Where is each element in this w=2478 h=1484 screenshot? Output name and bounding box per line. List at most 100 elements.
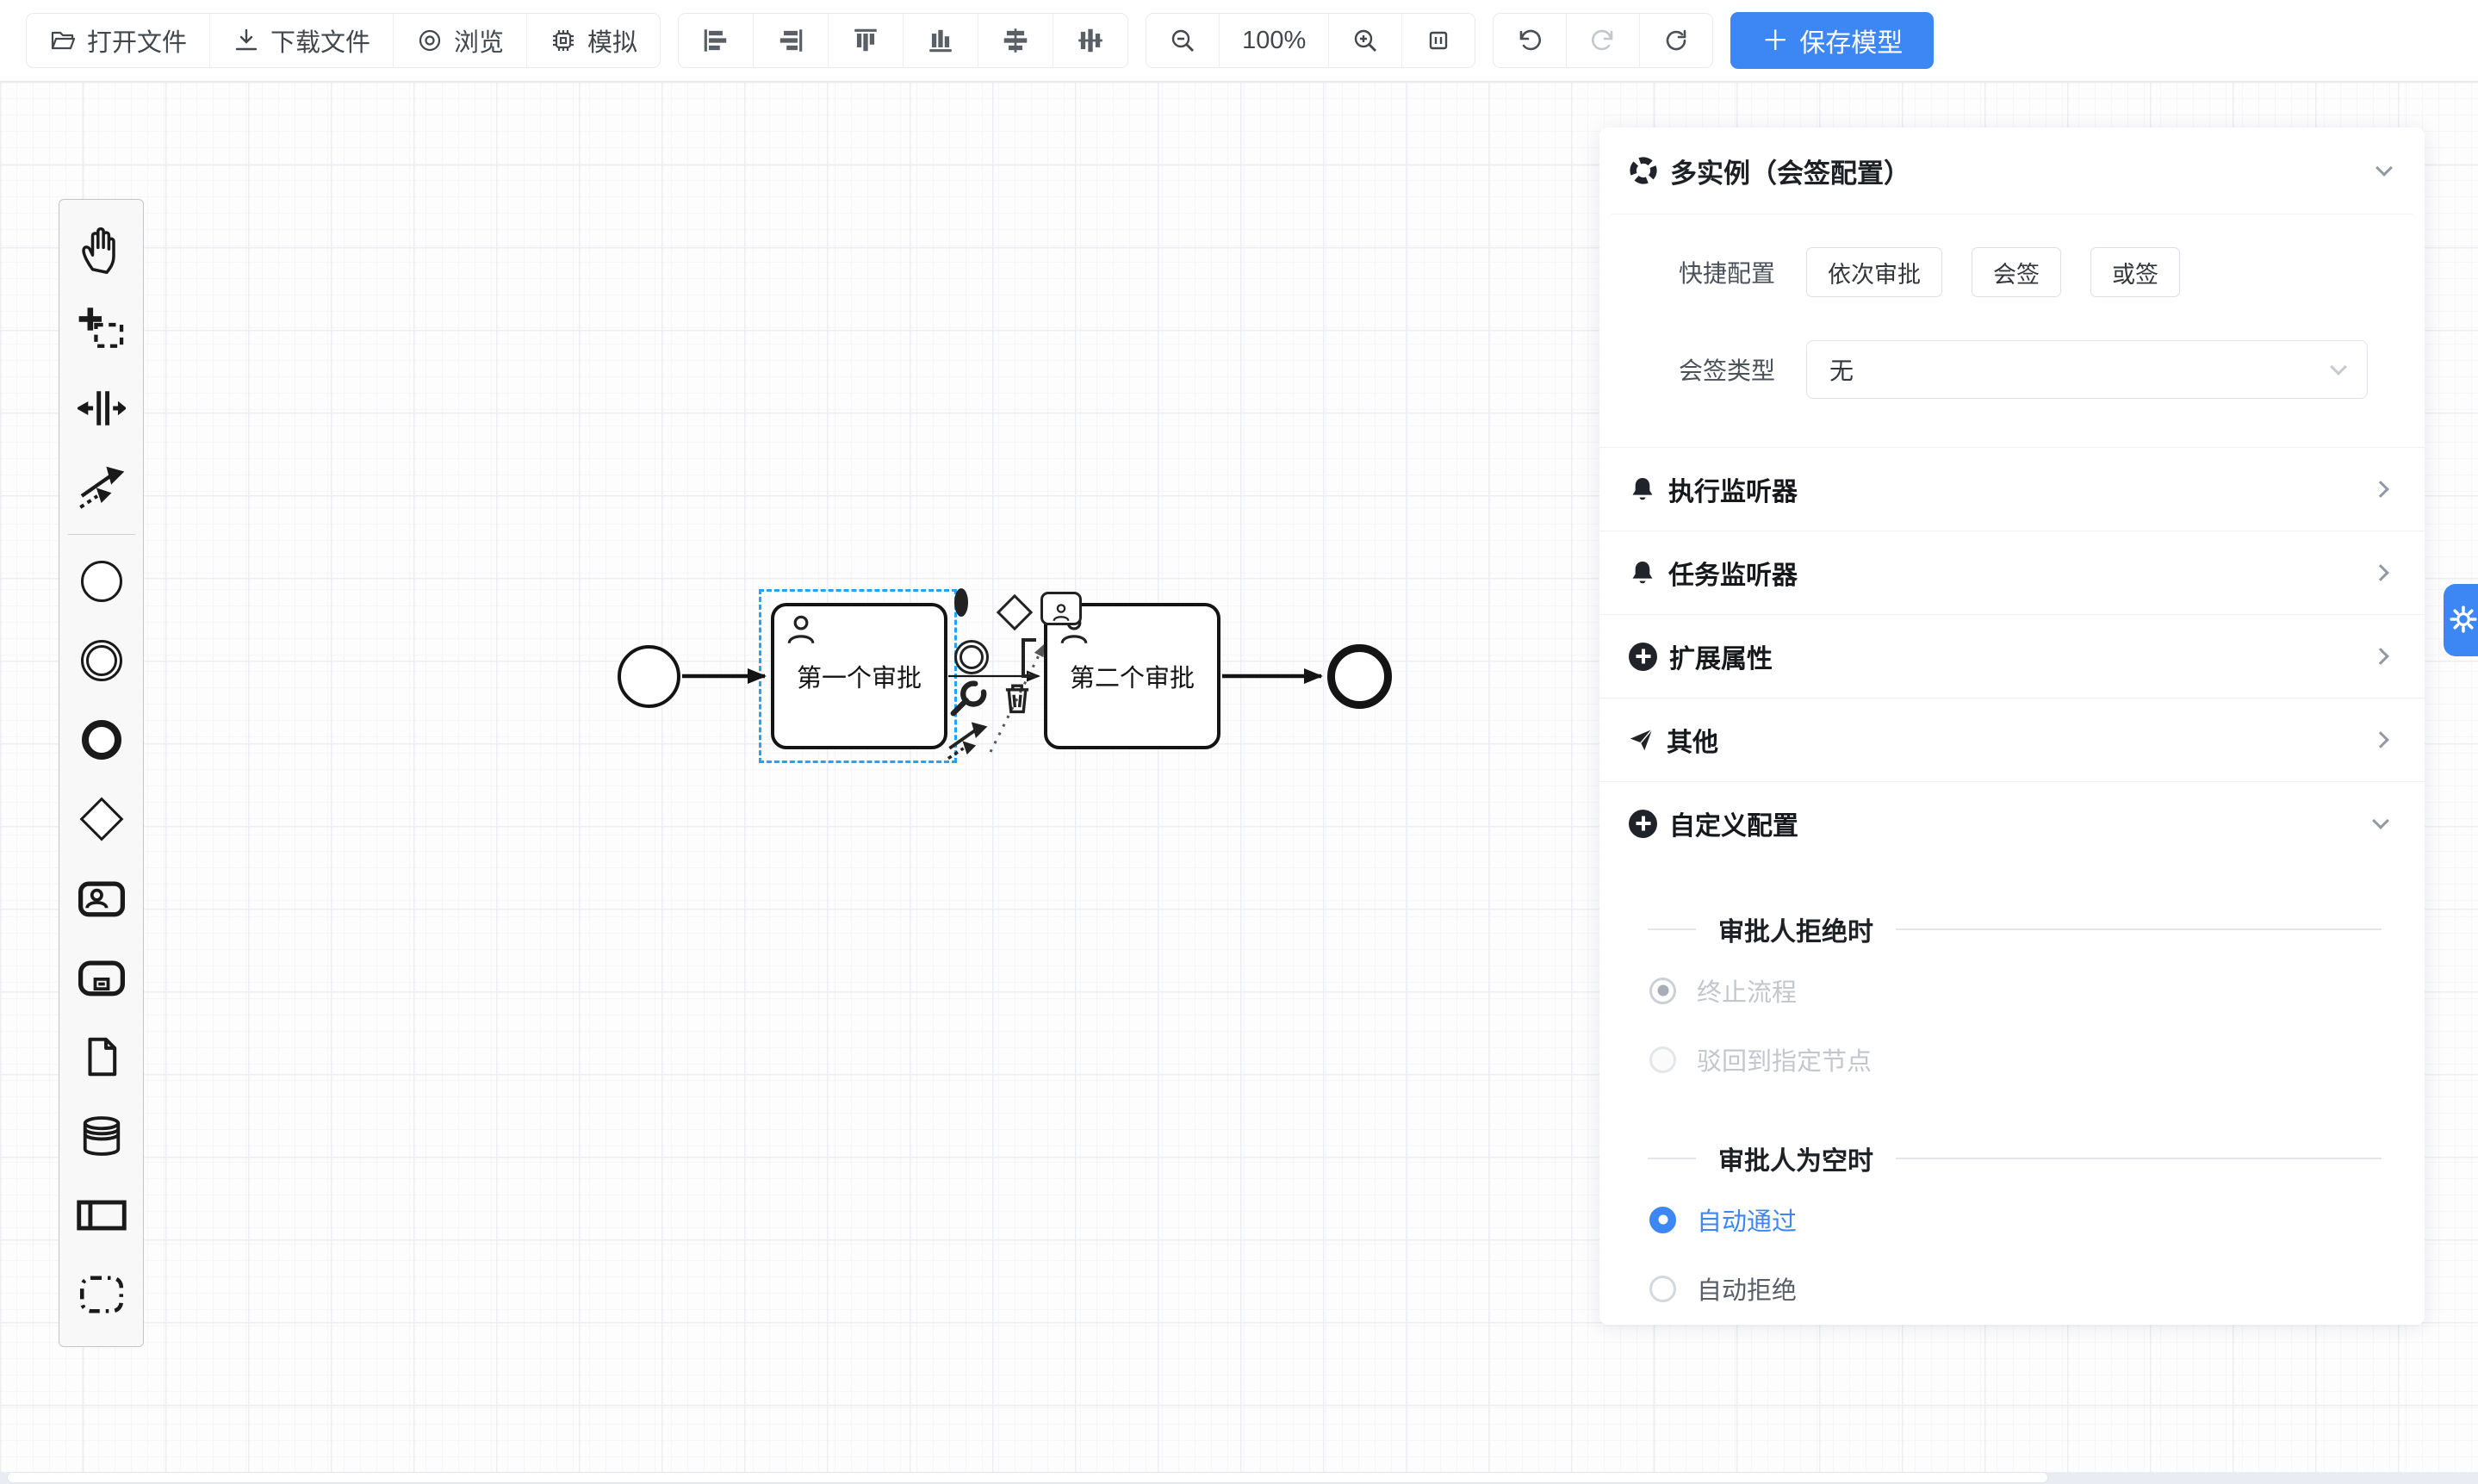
chip-icon bbox=[550, 27, 577, 54]
align-top-button[interactable] bbox=[829, 14, 904, 67]
chevron-right-icon bbox=[2372, 564, 2389, 581]
zoom-in-button[interactable] bbox=[1329, 14, 1402, 67]
align-left-button[interactable] bbox=[679, 14, 754, 67]
quick-option-countersign[interactable]: 会签 bbox=[1972, 247, 2061, 297]
radio-button-icon bbox=[1649, 1276, 1676, 1302]
user-task-icon bbox=[1040, 592, 1082, 625]
section-extended-properties[interactable]: 扩展属性 bbox=[1599, 614, 2425, 698]
radio-auto-pass[interactable]: 自动通过 bbox=[1599, 1185, 2425, 1254]
select-value: 无 bbox=[1829, 352, 2332, 387]
fit-view-button[interactable] bbox=[1402, 14, 1475, 67]
change-type-button[interactable] bbox=[947, 678, 989, 723]
align-right-icon bbox=[776, 26, 805, 55]
refresh-button[interactable] bbox=[1640, 14, 1712, 67]
open-file-button[interactable]: 打开文件 bbox=[27, 14, 210, 67]
section-task-listener[interactable]: 任务监听器 bbox=[1599, 531, 2425, 614]
align-center-horizontal-icon bbox=[1001, 26, 1030, 55]
chevron-down-icon bbox=[2372, 812, 2389, 829]
task-first-approval[interactable]: 第一个审批 bbox=[771, 603, 947, 749]
quick-config-options: 依次审批 会签 或签 bbox=[1806, 247, 2180, 297]
append-text-annotation-button[interactable] bbox=[1022, 638, 1036, 678]
redo-button[interactable] bbox=[1567, 14, 1640, 67]
append-user-task-button[interactable] bbox=[1040, 592, 1082, 625]
create-intermediate-event[interactable] bbox=[60, 621, 143, 700]
divider bbox=[1648, 1158, 1696, 1159]
download-file-button[interactable]: 下载文件 bbox=[210, 14, 394, 67]
start-event-shape[interactable] bbox=[618, 645, 680, 708]
preview-button[interactable]: 浏览 bbox=[394, 14, 527, 67]
quick-config-label: 快捷配置 bbox=[1674, 255, 1775, 289]
toolbar: 打开文件 下载文件 浏览 模拟 bbox=[0, 0, 2478, 82]
simulate-button[interactable]: 模拟 bbox=[527, 14, 660, 67]
radio-terminate-process[interactable]: 终止流程 bbox=[1599, 956, 2425, 1025]
plus-icon: ＋ bbox=[1761, 27, 1789, 54]
lasso-tool[interactable] bbox=[60, 289, 143, 369]
quick-option-orsign[interactable]: 或签 bbox=[2090, 247, 2180, 297]
save-model-label: 保存模型 bbox=[1799, 22, 1903, 59]
align-right-button[interactable] bbox=[754, 14, 829, 67]
hand-tool[interactable] bbox=[60, 210, 143, 289]
space-tool[interactable] bbox=[60, 369, 143, 448]
create-user-task[interactable] bbox=[60, 859, 143, 938]
multi-instance-icon bbox=[1629, 156, 1658, 185]
open-file-label: 打开文件 bbox=[87, 22, 187, 59]
fit-view-icon bbox=[1425, 27, 1452, 54]
connect-tool-button[interactable] bbox=[946, 719, 989, 767]
create-gateway[interactable] bbox=[60, 779, 143, 859]
delete-button[interactable] bbox=[999, 680, 1035, 720]
align-bottom-button[interactable] bbox=[904, 14, 978, 67]
gateway-icon bbox=[997, 594, 1033, 630]
undo-button[interactable] bbox=[1494, 14, 1567, 67]
settings-toggle-tab[interactable] bbox=[2444, 584, 2478, 656]
countersign-type-label: 会签类型 bbox=[1674, 352, 1775, 387]
section-execution-listener[interactable]: 执行监听器 bbox=[1599, 447, 2425, 531]
create-subprocess[interactable] bbox=[60, 938, 143, 1017]
radio-auto-reject[interactable]: 自动拒绝 bbox=[1599, 1254, 2425, 1323]
append-intermediate-event-button[interactable] bbox=[954, 640, 989, 674]
send-icon bbox=[1629, 727, 1655, 753]
append-end-event-button[interactable] bbox=[954, 595, 968, 611]
create-participant[interactable] bbox=[60, 1176, 143, 1255]
section-custom-config[interactable]: 自定义配置 bbox=[1599, 781, 2425, 865]
multi-instance-header[interactable]: 多实例（会签配置） bbox=[1599, 127, 2425, 214]
radio-return-to-node[interactable]: 驳回到指定节点 bbox=[1599, 1025, 2425, 1094]
end-event-shape[interactable] bbox=[1327, 644, 1392, 709]
create-group[interactable] bbox=[60, 1255, 143, 1334]
section-label: 任务监听器 bbox=[1668, 554, 2363, 592]
section-label: 执行监听器 bbox=[1668, 470, 2363, 508]
bell-icon bbox=[1629, 559, 1656, 587]
bell-icon bbox=[1629, 475, 1656, 503]
plus-circle-icon bbox=[1629, 643, 1657, 671]
connect-arrows-icon bbox=[946, 751, 989, 766]
horizontal-scrollbar-track[interactable] bbox=[0, 1472, 2478, 1484]
horizontal-scrollbar-thumb[interactable] bbox=[7, 1472, 2048, 1483]
create-data-object[interactable] bbox=[60, 1017, 143, 1096]
align-center-horizontal-button[interactable] bbox=[978, 14, 1053, 67]
quick-option-sequential[interactable]: 依次审批 bbox=[1806, 247, 1942, 297]
divider bbox=[1648, 928, 1696, 930]
radio-button-icon bbox=[1649, 1207, 1676, 1233]
task-label: 第一个审批 bbox=[797, 658, 922, 694]
eye-icon bbox=[416, 27, 444, 54]
section-other[interactable]: 其他 bbox=[1599, 698, 2425, 781]
save-model-button[interactable]: ＋ 保存模型 bbox=[1730, 12, 1934, 69]
append-gateway-button[interactable] bbox=[997, 595, 1032, 630]
intermediate-event-icon bbox=[81, 640, 122, 681]
zoom-out-button[interactable] bbox=[1146, 14, 1220, 67]
create-start-event[interactable] bbox=[60, 542, 143, 621]
zoom-toolbar-group: 100% bbox=[1146, 13, 1475, 68]
create-data-store[interactable] bbox=[60, 1096, 143, 1176]
zoom-level: 100% bbox=[1220, 14, 1329, 67]
radio-assign-member[interactable]: 指定成员审批 bbox=[1599, 1323, 2425, 1325]
start-event-icon bbox=[81, 561, 122, 602]
radio-label: 驳回到指定节点 bbox=[1697, 1041, 1872, 1077]
text-annotation-icon bbox=[1022, 638, 1036, 678]
approver-reject-title: 审批人拒绝时 bbox=[1599, 903, 2425, 956]
download-icon bbox=[233, 27, 260, 54]
global-connect-tool[interactable] bbox=[60, 448, 143, 527]
align-center-vertical-button[interactable] bbox=[1053, 14, 1127, 67]
countersign-type-select[interactable]: 无 bbox=[1806, 340, 2368, 399]
align-left-icon bbox=[701, 26, 730, 55]
create-end-event[interactable] bbox=[60, 700, 143, 779]
align-center-vertical-icon bbox=[1076, 26, 1105, 55]
